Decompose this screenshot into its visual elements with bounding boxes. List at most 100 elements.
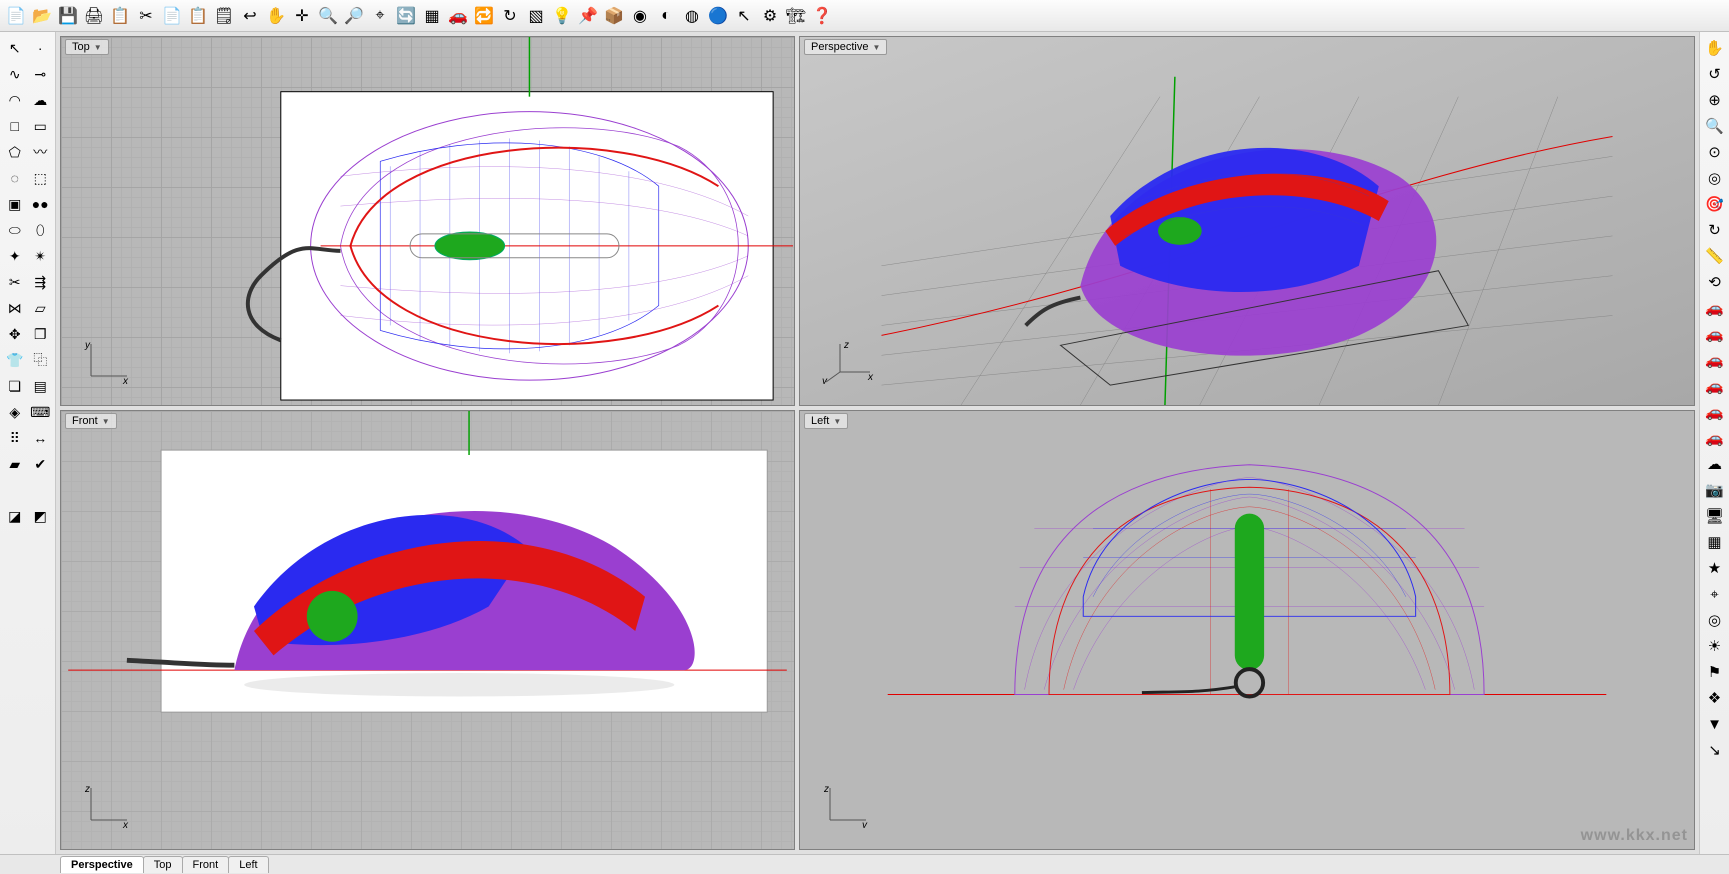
render-b-button[interactable]: ◩: [29, 504, 53, 528]
open-file-button[interactable]: 📂: [30, 4, 54, 28]
sphere-wire-button[interactable]: ◍: [680, 4, 704, 28]
cloud-view-button[interactable]: ☁: [1703, 452, 1727, 476]
star-button[interactable]: ★: [1703, 556, 1727, 580]
join-button[interactable]: ⋈: [3, 296, 27, 320]
tab-perspective[interactable]: Perspective: [60, 856, 144, 873]
freeform-button[interactable]: 〰: [29, 140, 53, 164]
sticky-note-button[interactable]: 🗒: [212, 4, 236, 28]
blank1-button[interactable]: [3, 478, 27, 502]
dim-button[interactable]: ↔: [29, 426, 53, 450]
array-button[interactable]: ⿻: [29, 348, 53, 372]
lasso-select-button[interactable]: ◌: [3, 166, 27, 190]
cursor-end-button[interactable]: ↘: [1703, 738, 1727, 762]
orbit-arrow-button[interactable]: ↻: [498, 4, 522, 28]
zoom-win-button[interactable]: 🔍: [1703, 114, 1727, 138]
box-blue-button[interactable]: ▣: [3, 192, 27, 216]
point-button[interactable]: ·: [29, 36, 53, 60]
viewport-title-left[interactable]: Left ▼: [804, 413, 848, 429]
camera-button[interactable]: 📷: [1703, 478, 1727, 502]
reset-button[interactable]: ⟲: [1703, 270, 1727, 294]
tab-front[interactable]: Front: [182, 856, 230, 873]
viewport-left[interactable]: Left ▼: [799, 410, 1695, 850]
circle-rainbow-button[interactable]: ◉: [628, 4, 652, 28]
rect-button[interactable]: ▭: [29, 114, 53, 138]
viewport-perspective[interactable]: Perspective ▼ z: [799, 36, 1695, 406]
car-red-button[interactable]: 🚗: [446, 4, 470, 28]
cut-button[interactable]: ✂: [134, 4, 158, 28]
clipboard-doc-button[interactable]: 📋: [108, 4, 132, 28]
viewport-title-top[interactable]: Top ▼: [65, 39, 109, 55]
sphere-half-button[interactable]: ◐: [654, 4, 678, 28]
cube-view-button[interactable]: ◈: [3, 400, 27, 424]
target-button[interactable]: ◎: [1703, 608, 1727, 632]
move-button[interactable]: ✥: [3, 322, 27, 346]
car-refresh-button[interactable]: 🔁: [472, 4, 496, 28]
toggle-layer-button[interactable]: ▧: [524, 4, 548, 28]
copy-geo-button[interactable]: ❐: [29, 322, 53, 346]
rotate-view-button[interactable]: 🔄: [394, 4, 418, 28]
arc-button[interactable]: ◠: [3, 88, 27, 112]
new-file-button[interactable]: 📄: [4, 4, 28, 28]
paste-button[interactable]: 📋: [186, 4, 210, 28]
car-red3-button[interactable]: 🚗: [1703, 348, 1727, 372]
car-red1-button[interactable]: 🚗: [1703, 296, 1727, 320]
explode-button[interactable]: ✴: [29, 244, 53, 268]
viewport-front[interactable]: Front ▼ z x: [60, 410, 795, 850]
cplane-button[interactable]: ▱: [29, 296, 53, 320]
paint-select-button[interactable]: ⬚: [29, 166, 53, 190]
rotate-hand-button[interactable]: ↺: [1703, 62, 1727, 86]
blank2-button[interactable]: [29, 478, 53, 502]
box-red-button[interactable]: 📦: [602, 4, 626, 28]
viewport-title-front[interactable]: Front ▼: [65, 413, 117, 429]
windows-4-button[interactable]: ▦: [1703, 530, 1727, 554]
curve-button[interactable]: ∿: [3, 62, 27, 86]
viewport-title-perspective[interactable]: Perspective ▼: [804, 39, 887, 55]
align-button[interactable]: ▤: [29, 374, 53, 398]
snap-end-button[interactable]: ⊸: [29, 62, 53, 86]
offset-button[interactable]: ⇶: [29, 270, 53, 294]
sphere-blue-button[interactable]: 🔵: [706, 4, 730, 28]
zoom-in-button[interactable]: 🔍: [316, 4, 340, 28]
mystery-button[interactable]: ❖: [1703, 686, 1727, 710]
layers-grid-button[interactable]: ▦: [420, 4, 444, 28]
group-button[interactable]: ❏: [3, 374, 27, 398]
keyboard-button[interactable]: ⌨: [29, 400, 53, 424]
car-red5-button[interactable]: 🚗: [1703, 400, 1727, 424]
polygon-button[interactable]: ⬠: [3, 140, 27, 164]
pan-hand-button[interactable]: ✋: [1703, 36, 1727, 60]
tab-top[interactable]: Top: [143, 856, 183, 873]
hierarchy-button[interactable]: 🏗: [784, 4, 808, 28]
save-file-button[interactable]: 💾: [56, 4, 80, 28]
shirt-button[interactable]: 👕: [3, 348, 27, 372]
gear-yellow-button[interactable]: ⚙: [758, 4, 782, 28]
zoom-extents-button[interactable]: ⌖: [368, 4, 392, 28]
pan-hand-button[interactable]: ✋: [264, 4, 288, 28]
flag-pin-button[interactable]: ⚑: [1703, 660, 1727, 684]
print-button[interactable]: 🖨: [82, 4, 106, 28]
redo-view-button[interactable]: ↻: [1703, 218, 1727, 242]
surface-button[interactable]: ▰: [3, 452, 27, 476]
copy-button[interactable]: 📄: [160, 4, 184, 28]
zoom-r-button[interactable]: ⌖: [1703, 582, 1727, 606]
sun-target-button[interactable]: ☀: [1703, 634, 1727, 658]
zoom-dyn-button[interactable]: ⊕: [1703, 88, 1727, 112]
zoom-select-button[interactable]: 🔎: [342, 4, 366, 28]
pushpin-button[interactable]: 📌: [576, 4, 600, 28]
viewport-top[interactable]: Top ▼: [60, 36, 795, 406]
spheres-button[interactable]: ●●: [29, 192, 53, 216]
tab-left[interactable]: Left: [228, 856, 268, 873]
trim-button[interactable]: ✂: [3, 270, 27, 294]
dots-grid-button[interactable]: ⠿: [3, 426, 27, 450]
pipe-button[interactable]: ⬯: [29, 218, 53, 242]
lightbulb-button[interactable]: 💡: [550, 4, 574, 28]
zoom-sel-button[interactable]: ◎: [1703, 166, 1727, 190]
cylinder-button[interactable]: ⬭: [3, 218, 27, 242]
help-button[interactable]: ❓: [810, 4, 834, 28]
car-red4-button[interactable]: 🚗: [1703, 374, 1727, 398]
cursor-yellow-button[interactable]: ↖: [732, 4, 756, 28]
square-button[interactable]: □: [3, 114, 27, 138]
check-button[interactable]: ✔: [29, 452, 53, 476]
shade-button[interactable]: ▼: [1703, 712, 1727, 736]
cloud-button[interactable]: ☁: [29, 88, 53, 112]
undo-button[interactable]: ↩: [238, 4, 262, 28]
